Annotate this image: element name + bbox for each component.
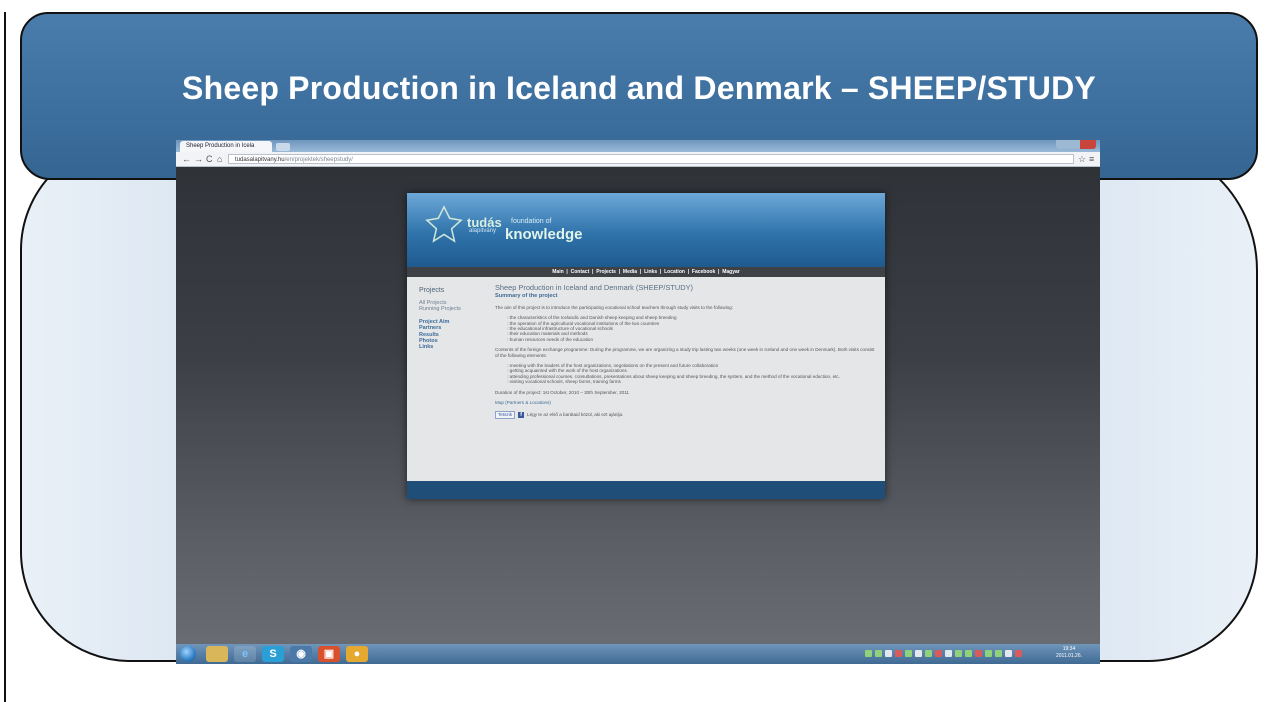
tray-icon[interactable]	[945, 650, 952, 657]
home-icon[interactable]: ⌂	[217, 154, 222, 164]
contents-paragraph: Contents of the foreign exchange program…	[495, 347, 875, 358]
nav-links[interactable]: Links	[644, 269, 657, 275]
nav-location[interactable]: Location	[664, 269, 685, 275]
sidebar-link-links[interactable]: Links	[419, 344, 491, 350]
clock-time: 19:34	[1062, 646, 1076, 652]
window-controls[interactable]	[1056, 140, 1096, 149]
explorer-icon[interactable]	[206, 646, 228, 662]
slide: Sheep Production in Iceland and Denmark …	[0, 0, 1278, 702]
media-player-icon[interactable]: ◉	[290, 646, 312, 662]
back-icon[interactable]: ←	[182, 154, 191, 164]
slide-left-border	[4, 12, 6, 702]
nav-projects[interactable]: Projects	[596, 269, 616, 275]
tray-icon[interactable]	[915, 650, 922, 657]
nav-media[interactable]: Media	[623, 269, 637, 275]
menu-icon[interactable]: ≡	[1089, 154, 1094, 164]
new-tab-button[interactable]	[276, 143, 290, 151]
forward-icon[interactable]: →	[194, 154, 203, 164]
url-host: tudasalapitvany.hu	[235, 157, 285, 163]
site-header: tudás alapitvány foundation of knowledge	[407, 193, 885, 267]
windows-taskbar: e S ◉ ▣ ● 19:34 2011.01.26.	[176, 644, 1100, 664]
address-bar[interactable]: tudasalapitvany.hu/en/projektek/sheepstu…	[228, 154, 1074, 164]
chrome-icon[interactable]: ●	[346, 646, 368, 662]
map-link[interactable]: Map (Partners & Locations)	[495, 400, 879, 405]
like-button[interactable]: Tetszik	[495, 410, 516, 419]
internet-explorer-icon[interactable]: e	[234, 646, 256, 662]
site-footer	[407, 481, 885, 499]
aims-list: the characteristics of the Icelandic and…	[507, 315, 879, 342]
tray-icon[interactable]	[995, 650, 1002, 657]
nav-main[interactable]: Main	[552, 269, 563, 275]
tray-icon[interactable]	[1005, 650, 1012, 657]
tray-icon[interactable]	[925, 650, 932, 657]
nav-magyar[interactable]: Magyar	[722, 269, 740, 275]
logo-foundation: foundation of	[511, 218, 552, 225]
tray-icon[interactable]	[885, 650, 892, 657]
list-item: human resources needs of the education	[507, 337, 879, 342]
system-tray	[865, 650, 1022, 658]
taskbar-clock[interactable]: 19:34 2011.01.26.	[1044, 646, 1094, 660]
tray-icon[interactable]	[955, 650, 962, 657]
tab-title: Sheep Production in Icela	[186, 143, 255, 149]
tray-icon[interactable]	[935, 650, 942, 657]
tray-icon[interactable]	[875, 650, 882, 657]
tray-icon[interactable]	[985, 650, 992, 657]
site-nav: Main | Contact | Projects | Media | Link…	[407, 267, 885, 277]
browser-toolbar: ← → C ⌂ tudasalapitvany.hu/en/projektek/…	[176, 152, 1100, 167]
tray-icon[interactable]	[895, 650, 902, 657]
start-button[interactable]	[180, 646, 196, 662]
skype-icon[interactable]: S	[262, 646, 284, 662]
duration-text: Duration of the project: 1st October, 20…	[495, 389, 629, 395]
star-logo-icon	[425, 205, 463, 243]
summary-heading: Summary of the project	[495, 293, 558, 300]
clock-date: 2011.01.26.	[1055, 653, 1083, 659]
facebook-icon: f	[518, 411, 525, 418]
sidebar-title: Projects	[419, 287, 445, 294]
office-icon[interactable]: ▣	[318, 646, 340, 662]
list-item: visiting vocational schools, sheep farms…	[507, 379, 879, 384]
tray-icon[interactable]	[965, 650, 972, 657]
url-path: /en/projektek/sheepstudy/	[284, 157, 353, 163]
site-sidebar: Projects All Projects Running Projects P…	[419, 287, 491, 351]
logo-knowledge: knowledge	[505, 226, 583, 243]
project-title: Sheep Production in Iceland and Denmark …	[495, 283, 693, 292]
browser-tab[interactable]: Sheep Production in Icela	[180, 141, 272, 152]
browser-screenshot: Sheep Production in Icela ← → C ⌂ tudasa…	[176, 140, 1100, 664]
slide-title: Sheep Production in Iceland and Denmark …	[182, 70, 1096, 106]
tray-icon[interactable]	[905, 650, 912, 657]
star-icon[interactable]: ☆	[1078, 154, 1086, 164]
reload-icon[interactable]: C	[206, 154, 213, 164]
website: tudás alapitvány foundation of knowledge…	[407, 193, 885, 499]
elements-list: meeting with the leaders of the host org…	[507, 363, 879, 385]
logo-subtitle: alapitvány	[469, 228, 497, 234]
like-text: Légy te az első a barátaid közül, aki ez…	[527, 411, 624, 417]
nav-contact[interactable]: Contact	[571, 269, 590, 275]
tray-icon[interactable]	[865, 650, 872, 657]
intro-paragraph: The aim of this project is to introduce …	[495, 304, 733, 310]
site-main: Sheep Production in Iceland and Denmark …	[495, 283, 879, 419]
tray-icon[interactable]	[975, 650, 982, 657]
facebook-like-row: Tetszik f Légy te az első a barátaid köz…	[495, 410, 879, 419]
browser-tabstrip: Sheep Production in Icela	[176, 140, 1100, 152]
tray-icon[interactable]	[1015, 650, 1022, 657]
nav-facebook[interactable]: Facebook	[692, 269, 715, 275]
